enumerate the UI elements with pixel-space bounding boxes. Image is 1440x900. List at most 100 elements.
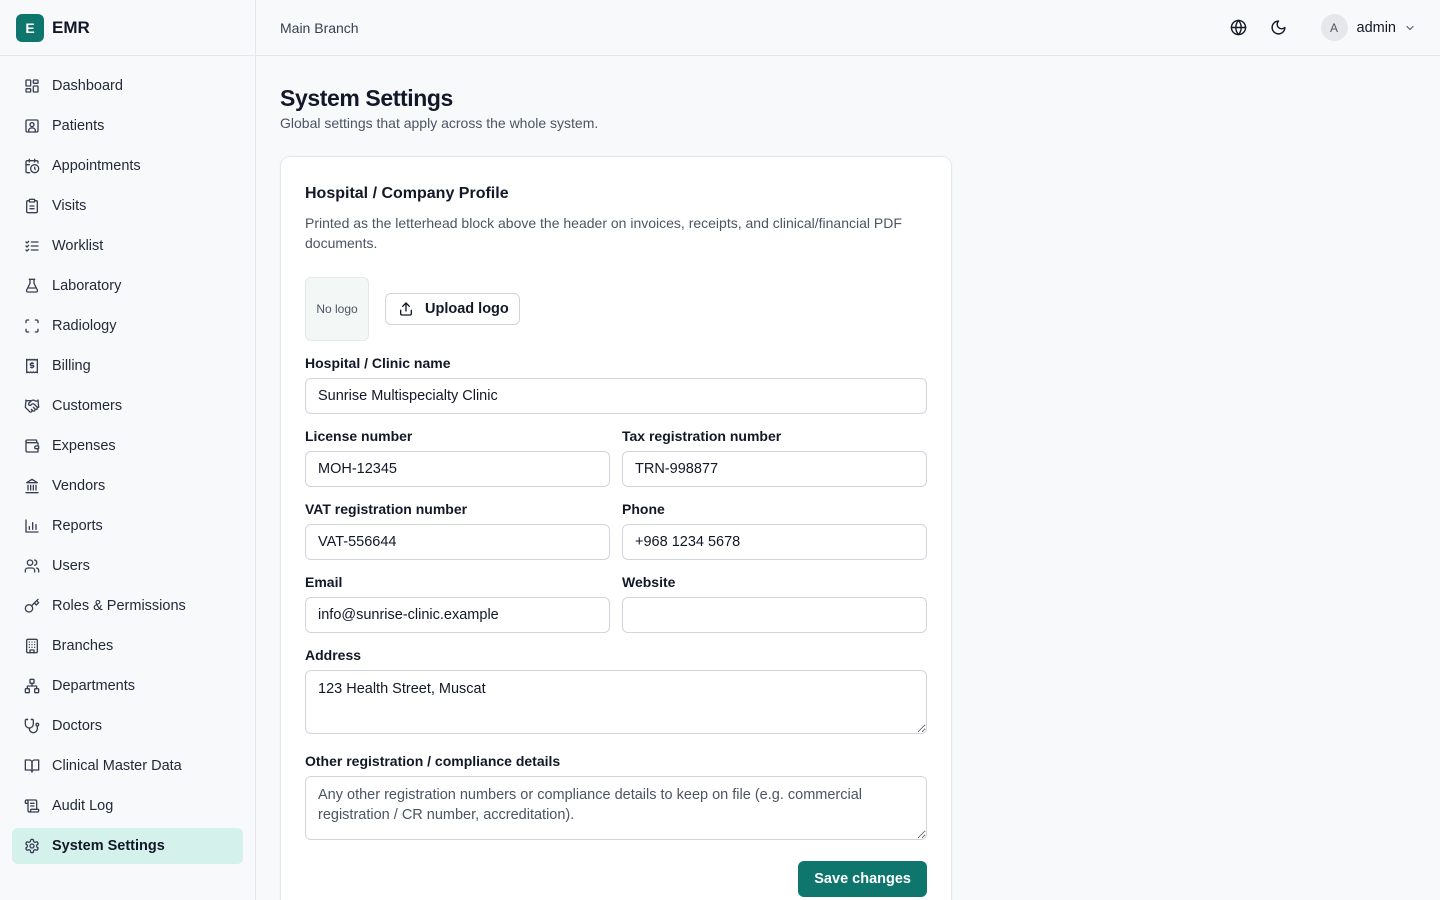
hospital-name-input[interactable] [305,378,927,414]
bar-chart-icon [24,518,40,534]
sidebar-item-expenses[interactable]: Expenses [12,428,243,464]
globe-icon [1230,19,1247,36]
logo-preview: No logo [305,277,369,341]
avatar: A [1320,14,1348,41]
email-label: Email [305,574,343,590]
scan-icon [24,318,40,334]
main-content: System Settings Global settings that app… [280,56,1416,900]
sidebar-item-patients[interactable]: Patients [12,108,243,144]
handshake-icon [24,398,40,414]
sidebar-item-users[interactable]: Users [12,548,243,584]
field-email: Email [305,574,610,633]
sidebar-item-label: Dashboard [52,78,123,94]
sidebar-item-doctors[interactable]: Doctors [12,708,243,744]
address-label: Address [305,647,362,663]
sidebar-item-label: Appointments [52,158,141,174]
chevron-down-icon [1404,22,1416,34]
sidebar-nav: Dashboard Patients Appointments Visits Workl… [0,56,255,864]
sidebar-item-audit-log[interactable]: Audit Log [12,788,243,824]
sidebar-item-customers[interactable]: Customers [12,388,243,424]
sidebar-item-departments[interactable]: Departments [12,668,243,704]
book-icon [24,758,40,774]
sidebar-item-label: Clinical Master Data [52,758,182,774]
patient-card-icon [24,118,40,134]
sidebar-item-label: Visits [52,198,87,214]
wallet-icon [24,438,40,454]
sidebar-item-appointments[interactable]: Appointments [12,148,243,184]
logo-row: No logo Upload logo [305,277,927,341]
tax-input[interactable] [622,451,927,487]
scroll-icon [24,798,40,814]
brand[interactable]: E EMR [0,0,255,56]
sidebar-item-label: Doctors [52,718,102,734]
address-textarea[interactable]: 123 Health Street, Muscat [305,670,927,734]
sidebar-item-visits[interactable]: Visits [12,188,243,224]
list-checks-icon [24,238,40,254]
building-icon [24,638,40,654]
sidebar-item-dashboard[interactable]: Dashboard [12,68,243,104]
upload-logo-button[interactable]: Upload logo [385,293,520,325]
other-registration-textarea[interactable] [305,776,927,840]
sidebar-item-label: Radiology [52,318,117,334]
sidebar-item-label: Roles & Permissions [52,598,186,614]
sidebar-item-label: Vendors [52,478,106,494]
sidebar-item-label: Expenses [52,438,116,454]
branch-name[interactable]: Main Branch [280,20,359,36]
dashboard-icon [24,78,40,94]
sidebar: E EMR Dashboard Patients Appointments Visit… [0,0,256,900]
stethoscope-icon [24,718,40,734]
card-description: Printed as the letterhead block above th… [305,215,902,251]
sidebar-item-billing[interactable]: Billing [12,348,243,384]
website-input[interactable] [622,597,927,633]
top-header: Main Branch A admin [256,0,1440,56]
field-tax: Tax registration number [622,428,927,487]
sidebar-item-reports[interactable]: Reports [12,508,243,544]
field-vat: VAT registration number [305,501,610,560]
field-row-email-website: Email Website [305,574,927,633]
sidebar-item-label: Users [52,558,90,574]
user-menu[interactable]: A admin [1320,14,1417,41]
header-actions: A admin [1227,14,1417,41]
sidebar-item-label: Reports [52,518,103,534]
field-other-registration: Other registration / compliance details [305,753,927,845]
website-label: Website [622,574,676,590]
network-icon [24,678,40,694]
sidebar-item-label: System Settings [52,838,165,854]
users-icon [24,558,40,574]
sidebar-item-worklist[interactable]: Worklist [12,228,243,264]
sidebar-item-label: Branches [52,638,114,654]
sidebar-item-clinical-master-data[interactable]: Clinical Master Data [12,748,243,784]
language-button[interactable] [1227,16,1251,40]
brand-logo: E [16,13,44,42]
tax-label: Tax registration number [622,428,782,444]
clipboard-icon [24,198,40,214]
sidebar-item-radiology[interactable]: Radiology [12,308,243,344]
phone-label: Phone [622,501,665,517]
hospital-profile-card: Hospital / Company Profile Printed as th… [280,156,952,900]
save-changes-button[interactable]: Save changes [798,861,927,897]
vat-input[interactable] [305,524,610,560]
sidebar-item-branches[interactable]: Branches [12,628,243,664]
hospital-name-label: Hospital / Clinic name [305,355,451,371]
field-row-vat-phone: VAT registration number Phone [305,501,927,560]
calendar-clock-icon [24,158,40,174]
sidebar-item-roles-and-permissions[interactable]: Roles & Permissions [12,588,243,624]
license-input[interactable] [305,451,610,487]
field-row-license-tax: License number Tax registration number [305,428,927,487]
email-input[interactable] [305,597,610,633]
bank-icon [24,478,40,494]
theme-toggle-button[interactable] [1267,16,1291,40]
moon-icon [1271,20,1286,35]
key-icon [24,598,40,614]
sidebar-item-label: Patients [52,118,105,134]
sidebar-item-system-settings[interactable]: System Settings [12,828,243,864]
sidebar-item-vendors[interactable]: Vendors [12,468,243,504]
upload-icon [400,302,412,316]
sidebar-item-laboratory[interactable]: Laboratory [12,268,243,304]
brand-name: EMR [52,17,90,37]
sidebar-item-label: Laboratory [52,278,122,294]
page-title: System Settings [280,85,453,111]
flask-icon [24,278,40,294]
user-name: admin [1356,19,1397,36]
phone-input[interactable] [622,524,927,560]
